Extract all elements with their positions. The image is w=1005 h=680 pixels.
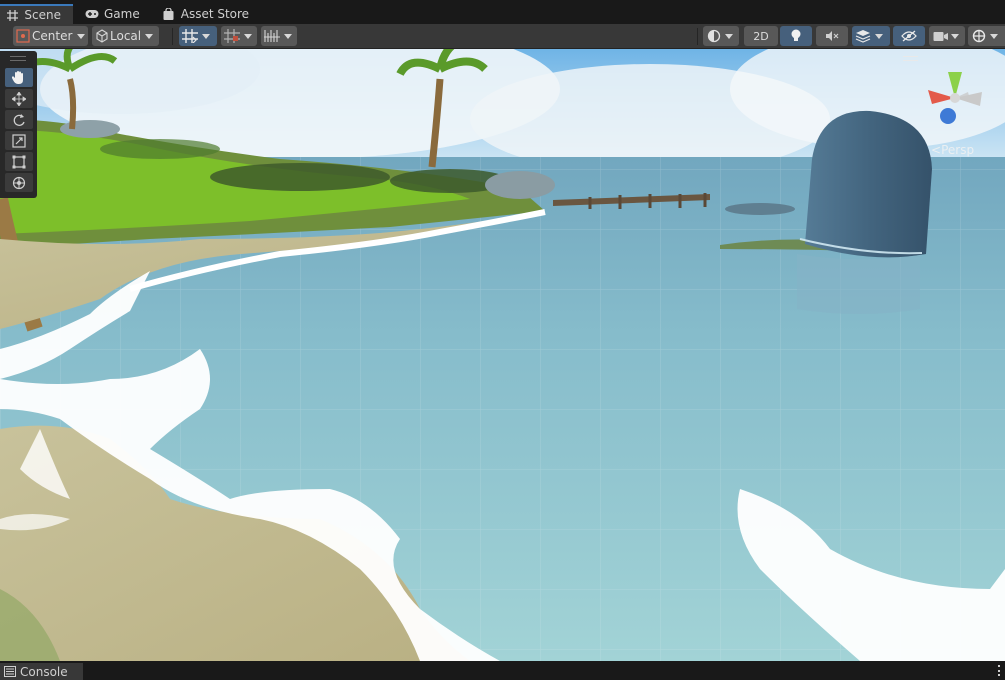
hand-icon bbox=[12, 71, 23, 84]
rotation-dropdown[interactable]: Local bbox=[92, 26, 159, 46]
chevron-down-icon bbox=[725, 33, 733, 39]
store-bag-icon bbox=[162, 7, 176, 21]
grid-increment-icon bbox=[224, 29, 240, 43]
overlay-menu-icon[interactable] bbox=[903, 56, 918, 61]
toolbar-divider bbox=[172, 28, 173, 45]
cube-local-icon bbox=[96, 29, 108, 43]
tab-console-label: Console bbox=[20, 664, 68, 679]
scene-visibility-toggle[interactable] bbox=[893, 26, 925, 46]
grid-snap-icon bbox=[182, 29, 198, 43]
tab-game-label: Game bbox=[104, 7, 140, 21]
gizmos-dropdown[interactable] bbox=[968, 26, 1005, 46]
rotate-icon bbox=[13, 113, 25, 126]
grid-visibility-dropdown[interactable] bbox=[221, 26, 257, 46]
camera-icon bbox=[933, 31, 948, 41]
tab-scene[interactable]: Scene bbox=[0, 4, 73, 24]
chevron-down-icon bbox=[990, 33, 998, 39]
tab-asset-store-label: Asset Store bbox=[180, 7, 250, 21]
draw-mode-dropdown[interactable] bbox=[703, 26, 739, 46]
projection-label[interactable]: <Persp bbox=[931, 143, 974, 157]
transform-icon bbox=[12, 176, 26, 189]
grid-icon bbox=[6, 8, 19, 22]
bottom-panel-bar: Console bbox=[0, 661, 1005, 680]
scene-render bbox=[0, 49, 1005, 661]
transform-tool-button[interactable] bbox=[5, 173, 33, 192]
tab-console[interactable]: Console bbox=[0, 663, 83, 680]
audio-muted-icon bbox=[826, 31, 839, 41]
chevron-down-icon bbox=[951, 33, 959, 39]
drag-handle[interactable] bbox=[10, 56, 26, 61]
chevron-down-icon bbox=[244, 33, 252, 39]
chevron-down-icon bbox=[875, 33, 883, 39]
tools-overlay bbox=[0, 51, 37, 198]
rect-transform-icon bbox=[12, 155, 26, 168]
console-list-icon bbox=[4, 666, 16, 677]
move-tool-button[interactable] bbox=[5, 89, 33, 108]
scene-viewport[interactable] bbox=[0, 49, 1005, 661]
shaded-sphere-icon bbox=[707, 29, 721, 43]
increment-snap-dropdown[interactable] bbox=[261, 26, 297, 46]
scale-tool-button[interactable] bbox=[5, 131, 33, 150]
orientation-gizmo[interactable] bbox=[922, 70, 988, 130]
tab-game[interactable]: Game bbox=[79, 4, 152, 24]
back-arrow-icon: < bbox=[931, 143, 942, 157]
chevron-down-icon bbox=[145, 33, 154, 39]
rect-tool-button[interactable] bbox=[5, 152, 33, 171]
lighting-toggle[interactable] bbox=[780, 26, 812, 46]
ruler-snap-icon bbox=[264, 30, 280, 42]
more-options-icon[interactable] bbox=[998, 665, 1001, 676]
toggle-2d-button[interactable]: 2D bbox=[744, 26, 778, 46]
layers-effects-icon bbox=[855, 30, 871, 43]
toggle-2d-label: 2D bbox=[753, 29, 769, 43]
effects-dropdown[interactable] bbox=[852, 26, 890, 46]
hand-tool-button[interactable] bbox=[5, 68, 33, 87]
pivot-dropdown[interactable]: Center bbox=[13, 26, 88, 46]
tab-scene-label: Scene bbox=[24, 8, 61, 22]
pivot-center-icon bbox=[16, 29, 30, 43]
rotate-tool-button[interactable] bbox=[5, 110, 33, 129]
scale-icon bbox=[12, 133, 26, 148]
grid-snapping-toggle[interactable] bbox=[179, 26, 217, 46]
tab-asset-store[interactable]: Asset Store bbox=[156, 4, 261, 24]
pivot-label: Center bbox=[32, 29, 73, 43]
eye-slash-icon bbox=[901, 30, 917, 42]
chevron-down-icon bbox=[77, 33, 86, 39]
scene-camera-dropdown[interactable] bbox=[929, 26, 965, 46]
move-arrows-icon bbox=[12, 91, 26, 106]
chevron-down-icon bbox=[202, 33, 210, 39]
persp-label: Persp bbox=[941, 143, 975, 157]
gamepad-icon bbox=[85, 7, 99, 21]
chevron-down-icon bbox=[284, 33, 292, 39]
scene-toolbar: Center Local 2D bbox=[0, 24, 1005, 49]
toolbar-divider bbox=[697, 28, 698, 45]
rotation-label: Local bbox=[110, 29, 142, 43]
editor-tab-bar: Scene Game Asset Store bbox=[0, 4, 1005, 24]
gizmo-globe-icon bbox=[972, 29, 986, 43]
audio-toggle[interactable] bbox=[816, 26, 848, 46]
lightbulb-icon bbox=[791, 29, 801, 41]
